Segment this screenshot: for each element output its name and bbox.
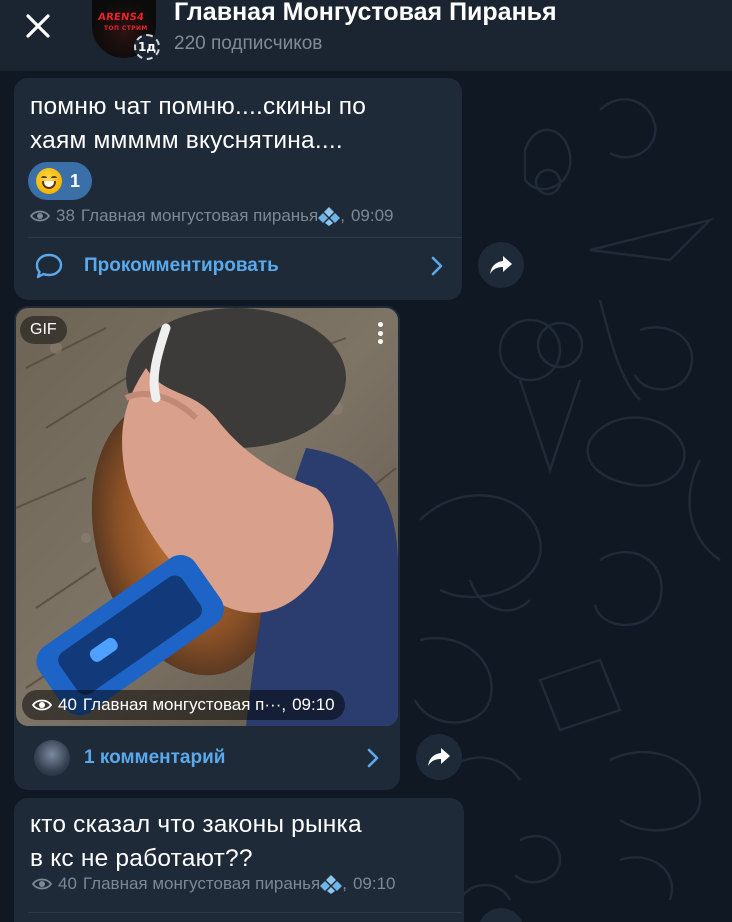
message-meta: 40 Главная монгустовая пиранья , 09:10 bbox=[32, 874, 396, 894]
divider bbox=[28, 237, 462, 238]
view-count: 40 bbox=[58, 874, 77, 893]
commenter-avatar bbox=[34, 740, 70, 776]
comment-bubble-icon bbox=[35, 253, 63, 279]
gif-media[interactable] bbox=[16, 308, 398, 726]
diamond-icon bbox=[318, 207, 341, 226]
view-count: 40 bbox=[58, 695, 77, 714]
share-button[interactable] bbox=[478, 908, 524, 922]
avatar-logo-subtext: ТОП СТРИМ bbox=[104, 25, 148, 32]
message-text: кто сказал что законы рынка в кс не рабо… bbox=[30, 808, 362, 876]
comments-link[interactable]: 1 комментарий bbox=[34, 740, 384, 776]
grinning-face-icon bbox=[36, 168, 62, 194]
dot-icon bbox=[377, 322, 383, 327]
message-text-line: хаям ммммм вкуснятина.... bbox=[30, 127, 343, 154]
message-author: Главная монгустовая пиранья bbox=[82, 874, 321, 893]
gif-badge: GIF bbox=[20, 316, 67, 344]
dot-icon bbox=[377, 339, 383, 344]
message-text: помню чат помню....скины по хаям ммммм в… bbox=[30, 90, 366, 158]
message-time: 09:10 bbox=[352, 874, 396, 893]
comment-label: Прокомментировать bbox=[84, 255, 279, 276]
meta-separator: , bbox=[340, 206, 345, 225]
reaction-count: 1 bbox=[70, 170, 81, 191]
share-button[interactable] bbox=[416, 734, 462, 780]
chevron-right-icon bbox=[367, 748, 379, 768]
reaction-chip[interactable]: 1 bbox=[28, 162, 93, 200]
meta-separator: , bbox=[281, 695, 287, 714]
diamond-icon bbox=[320, 875, 343, 894]
close-button[interactable] bbox=[18, 8, 58, 44]
share-arrow-icon bbox=[490, 256, 512, 274]
media-meta: 40 Главная монгустовая п··· , 09:10 bbox=[22, 690, 345, 720]
view-count: 38 bbox=[56, 206, 75, 225]
subscriber-count: 220 подписчиков bbox=[174, 33, 323, 54]
eye-icon bbox=[30, 210, 50, 222]
message-text-line: помню чат помню....скины по bbox=[30, 93, 367, 120]
close-icon bbox=[26, 14, 50, 38]
avatar-logo-text: ARENS4 bbox=[97, 12, 145, 23]
channel-header: ARENS4 ТОП СТРИМ 1д Главная Монгустовая … bbox=[0, 0, 732, 72]
message-text-line: в кс не работают?? bbox=[30, 845, 253, 872]
divider bbox=[28, 912, 462, 913]
share-button[interactable] bbox=[478, 242, 524, 288]
eye-icon bbox=[32, 878, 52, 890]
story-badge[interactable]: 1д bbox=[134, 34, 160, 60]
dot-icon bbox=[377, 330, 383, 336]
message-text-line: кто сказал что законы рынка bbox=[30, 811, 362, 838]
gif-frame-image bbox=[16, 308, 398, 726]
chevron-right-icon bbox=[431, 256, 443, 276]
message-time: 09:10 bbox=[292, 695, 335, 714]
message-author: Главная монгустовая пиранья bbox=[80, 206, 319, 225]
comment-count-label: 1 комментарий bbox=[84, 747, 226, 768]
message-author: Главная монгустовая п··· bbox=[82, 695, 282, 714]
comment-button[interactable]: Прокомментировать bbox=[34, 250, 448, 282]
meta-separator: , bbox=[342, 874, 347, 893]
message-meta: 38 Главная монгустовая пиранья , 09:09 bbox=[30, 206, 394, 226]
message-time: 09:09 bbox=[350, 206, 394, 225]
eye-icon bbox=[32, 699, 52, 711]
share-arrow-icon bbox=[428, 748, 450, 766]
more-options-button[interactable] bbox=[366, 318, 394, 348]
channel-title[interactable]: Главная Монгустовая Пиранья bbox=[174, 0, 557, 27]
